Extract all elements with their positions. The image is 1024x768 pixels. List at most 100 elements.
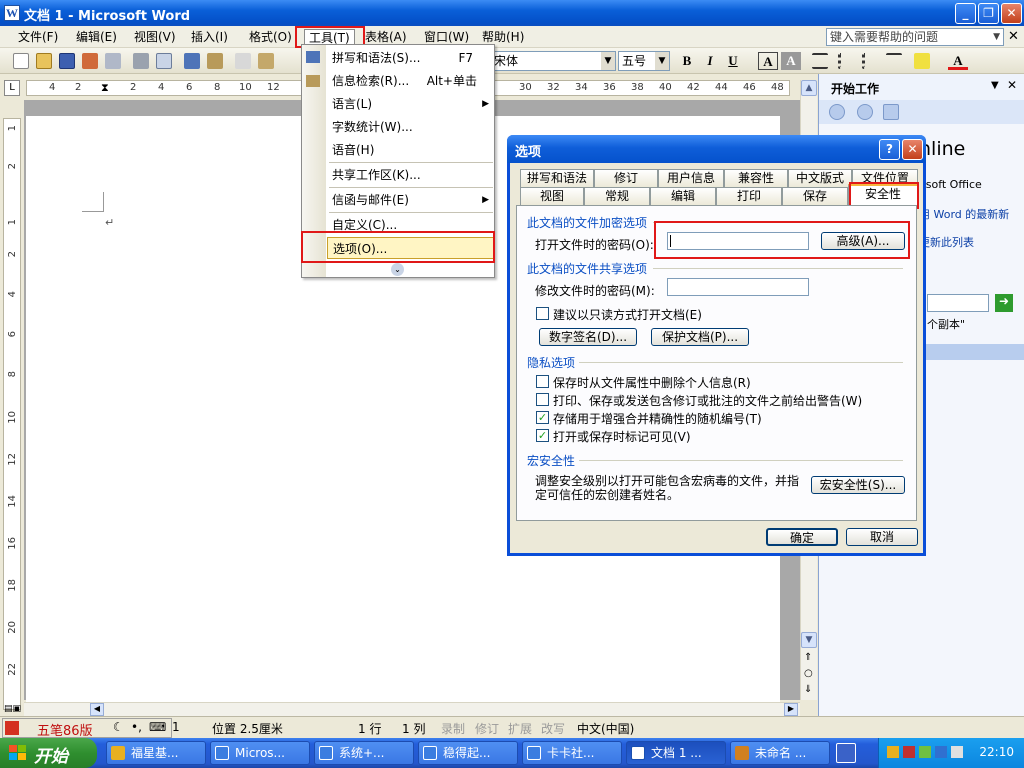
record-status[interactable]: 录制 <box>441 720 465 737</box>
clock[interactable]: 22:10 <box>979 745 1014 759</box>
task-pane-link[interactable]: 更新此列表 <box>919 234 974 250</box>
menu-item-word-count[interactable]: 字数统计(W)... <box>327 116 495 138</box>
align-justify-icon[interactable] <box>812 53 828 69</box>
previous-page-icon[interactable]: ⇑ <box>804 652 812 663</box>
menu-file[interactable]: 文件(F) <box>14 29 62 46</box>
paste-icon[interactable] <box>258 53 274 69</box>
numbering-icon[interactable] <box>838 53 854 69</box>
taskbar-item[interactable]: 福星基... <box>106 741 206 765</box>
underline-button[interactable]: U <box>723 52 743 70</box>
search-input[interactable] <box>927 294 989 312</box>
close-button[interactable]: ✕ <box>1001 3 1022 24</box>
overtype-status[interactable]: 改写 <box>541 720 565 737</box>
menu-item-shared-workspace[interactable]: 共享工作区(K)... <box>327 164 495 186</box>
close-icon[interactable]: ✕ <box>1007 78 1017 92</box>
taskbar-item[interactable]: 稳得起... <box>418 741 518 765</box>
quick-launch-icon[interactable] <box>836 743 856 763</box>
keyboard-icon[interactable]: ⌨ <box>149 720 166 734</box>
search-go-icon[interactable]: ➜ <box>995 294 1013 312</box>
horizontal-scrollbar[interactable]: ▤▣ ◀ ▶ <box>4 702 800 716</box>
dialog-close-button[interactable]: ✕ <box>902 139 923 160</box>
ok-button[interactable]: 确定 <box>766 528 838 546</box>
restore-button[interactable]: ❐ <box>978 3 999 24</box>
tab-track-changes[interactable]: 修订 <box>594 169 658 187</box>
privacy-checkbox-visible-markup[interactable]: ✓ <box>536 429 549 442</box>
next-page-icon[interactable]: ⇓ <box>804 684 812 695</box>
font-name-select[interactable]: 宋体 ▼ <box>490 51 616 71</box>
tray-icon[interactable] <box>903 746 915 758</box>
taskbar-item[interactable]: 卡卡社... <box>522 741 622 765</box>
task-pane-link[interactable]: 用 Word 的最新新 <box>919 206 1009 222</box>
decrease-indent-icon[interactable] <box>886 53 902 69</box>
help-button[interactable]: ? <box>879 139 900 160</box>
taskbar-item[interactable]: Micros... <box>210 741 310 765</box>
print-icon[interactable] <box>133 53 149 69</box>
protect-document-button[interactable]: 保护文档(P)... <box>651 328 749 346</box>
title-bar[interactable]: W 文档 1 - Microsoft Word _ ❐ ✕ <box>0 0 1024 26</box>
close-document-icon[interactable]: ✕ <box>1008 29 1019 44</box>
research-icon[interactable] <box>207 53 223 69</box>
taskbar-item[interactable]: 系统+... <box>314 741 414 765</box>
track-changes-status[interactable]: 修订 <box>475 720 499 737</box>
scroll-left-button[interactable]: ◀ <box>90 703 104 716</box>
chevron-down-icon[interactable]: ▼ <box>655 52 669 70</box>
tab-asian-typography[interactable]: 中文版式 <box>788 169 852 187</box>
bullets-icon[interactable] <box>862 53 878 69</box>
tab-print[interactable]: 打印 <box>716 187 782 205</box>
privacy-checkbox-remove-personal-info[interactable] <box>536 375 549 388</box>
start-button[interactable]: 开始 <box>0 738 97 768</box>
privacy-checkbox-warn-revisions[interactable] <box>536 393 549 406</box>
menu-item-mailings[interactable]: 信函与邮件(E) ▶ <box>327 189 495 211</box>
scroll-up-button[interactable]: ▲ <box>801 80 817 96</box>
open-folder-icon[interactable] <box>36 53 52 69</box>
menu-item-research[interactable]: 信息检索(R)... Alt+单击 <box>327 70 495 92</box>
tray-icon[interactable] <box>887 746 899 758</box>
highlight-icon[interactable] <box>914 53 930 69</box>
tab-general[interactable]: 常规 <box>584 187 650 205</box>
tab-save[interactable]: 保存 <box>782 187 848 205</box>
word-app-icon[interactable]: W <box>4 5 20 21</box>
bold-button[interactable]: B <box>677 52 697 70</box>
indent-marker-icon[interactable]: ⧗ <box>101 81 109 95</box>
forward-icon[interactable] <box>857 104 873 120</box>
taskbar-item-word[interactable]: 文档 1 ... <box>626 741 726 765</box>
macro-security-button[interactable]: 宏安全性(S)... <box>811 476 905 494</box>
italic-button[interactable]: I <box>700 52 720 70</box>
menu-item-language[interactable]: 语言(L) ▶ <box>327 93 495 115</box>
menu-format[interactable]: 格式(O) <box>245 29 296 46</box>
font-color-button[interactable]: A <box>948 52 968 70</box>
help-search-input[interactable]: 键入需要帮助的问题 ▼ <box>826 28 1004 46</box>
readonly-checkbox[interactable] <box>536 307 549 320</box>
view-buttons[interactable]: ▤▣ <box>4 704 21 714</box>
chevron-down-icon[interactable]: ▼ <box>991 80 999 91</box>
font-size-select[interactable]: 五号 ▼ <box>618 51 670 71</box>
minimize-button[interactable]: _ <box>955 3 976 24</box>
digital-signature-button[interactable]: 数字签名(D)... <box>539 328 637 346</box>
back-icon[interactable] <box>829 104 845 120</box>
modify-password-input[interactable] <box>667 278 809 296</box>
cut-icon[interactable] <box>235 53 251 69</box>
extend-status[interactable]: 扩展 <box>508 720 532 737</box>
scroll-right-button[interactable]: ▶ <box>784 703 798 716</box>
volume-icon[interactable] <box>951 746 963 758</box>
tray-icon[interactable] <box>935 746 947 758</box>
scroll-down-button[interactable]: ▼ <box>801 632 817 648</box>
tab-compatibility[interactable]: 兼容性 <box>724 169 788 187</box>
chevron-down-icon[interactable]: ▼ <box>601 52 615 70</box>
menu-item-speech[interactable]: 语音(H) <box>327 139 495 161</box>
dialog-title-bar[interactable]: 选项 ? ✕ <box>507 135 926 163</box>
home-icon[interactable] <box>883 104 899 120</box>
new-document-icon[interactable] <box>13 53 29 69</box>
menu-edit[interactable]: 编辑(E) <box>72 29 121 46</box>
tab-view[interactable]: 视图 <box>520 187 584 205</box>
tab-edit[interactable]: 编辑 <box>650 187 716 205</box>
save-icon[interactable] <box>59 53 75 69</box>
permission-icon[interactable] <box>82 53 98 69</box>
menu-item-spelling[interactable]: 拼写和语法(S)... F7 <box>327 47 495 69</box>
spelling-icon[interactable] <box>184 53 200 69</box>
browse-object-icon[interactable]: ○ <box>804 668 813 679</box>
character-shading-button[interactable]: A <box>781 52 801 70</box>
moon-icon[interactable]: ☾ <box>113 720 124 734</box>
email-icon[interactable] <box>105 53 121 69</box>
chevron-down-icon[interactable]: ▼ <box>993 29 1000 45</box>
